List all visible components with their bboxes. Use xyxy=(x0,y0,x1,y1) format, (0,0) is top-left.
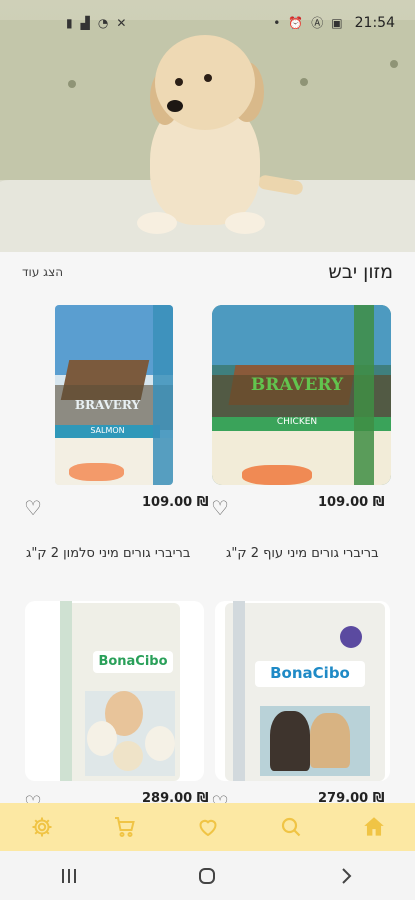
image-icon: ▣ xyxy=(331,16,343,30)
product-name[interactable]: בריברי גורים מיני עוף 2 ק"ג xyxy=(226,546,379,561)
home-system-button[interactable] xyxy=(177,856,237,896)
recent-apps-icon xyxy=(62,868,77,883)
sofa-tuft xyxy=(68,80,76,88)
product-name[interactable]: בריברי גורים מיני סלמון 2 ק"ג xyxy=(26,546,190,561)
product-image[interactable]: BRAVERY SALMON xyxy=(55,305,173,485)
nav-home-button[interactable] xyxy=(349,807,399,847)
product-variant: CHICKEN xyxy=(276,417,318,427)
home-icon xyxy=(363,817,384,836)
show-more-link[interactable]: הצג עוד xyxy=(22,265,63,279)
wifi-icon: ◔ xyxy=(97,16,109,30)
puppy-eye xyxy=(175,78,183,86)
product-price: 109.00 ₪ xyxy=(318,495,385,510)
section-title: מזון יבש xyxy=(328,261,393,283)
dot-icon: • xyxy=(273,16,281,30)
home-circle-icon xyxy=(199,867,216,884)
cart-icon xyxy=(114,817,135,837)
sofa-tuft xyxy=(300,78,308,86)
heart-icon xyxy=(198,819,217,837)
favorite-heart-icon[interactable]: ♡ xyxy=(24,498,42,518)
back-chevron-icon xyxy=(342,867,352,884)
puppy-paw xyxy=(137,212,177,234)
puppy-eye xyxy=(204,74,212,82)
nav-search-button[interactable] xyxy=(266,807,316,847)
product-brand: BRAVERY xyxy=(74,398,141,412)
alarm-icon: ⏰ xyxy=(288,16,304,30)
back-system-button[interactable] xyxy=(316,856,376,896)
puppy-head xyxy=(155,35,255,130)
product-brand: BRAVERY xyxy=(250,375,344,395)
puppy-nose xyxy=(167,100,183,112)
system-navigation-bar xyxy=(0,851,415,900)
product-image[interactable]: BRAVERY CHICKEN xyxy=(212,305,391,485)
signal-icon: ▟ xyxy=(80,16,90,30)
nav-settings-button[interactable] xyxy=(17,807,67,847)
sofa-tuft xyxy=(390,60,398,68)
product-brand: BonaCibo xyxy=(98,654,168,669)
status-bar: ▮ ▟ ◔ ✕ • ⏰ Ⓐ ▣ 21:54 xyxy=(0,0,415,46)
bottom-navigation xyxy=(0,803,415,851)
accessibility-icon: Ⓐ xyxy=(311,16,324,30)
product-variant: SALMON xyxy=(90,426,125,435)
product-image[interactable]: BonaCibo xyxy=(215,601,390,781)
status-time: 21:54 xyxy=(354,15,395,31)
recent-apps-button[interactable] xyxy=(39,856,99,896)
settings-icon xyxy=(32,817,51,837)
battery-icon: ▮ xyxy=(66,16,73,30)
mute-icon: ✕ xyxy=(116,16,127,30)
product-brand: BonaCibo xyxy=(270,664,350,682)
nav-favorites-button[interactable] xyxy=(183,807,233,847)
product-image[interactable]: BonaCibo xyxy=(25,601,204,781)
favorite-heart-icon[interactable]: ♡ xyxy=(211,498,229,518)
product-price: 109.00 ₪ xyxy=(142,495,209,510)
puppy-paw xyxy=(225,212,265,234)
section-header: הצג עוד מזון יבש xyxy=(0,252,415,292)
search-icon xyxy=(281,817,300,837)
nav-cart-button[interactable] xyxy=(100,807,150,847)
